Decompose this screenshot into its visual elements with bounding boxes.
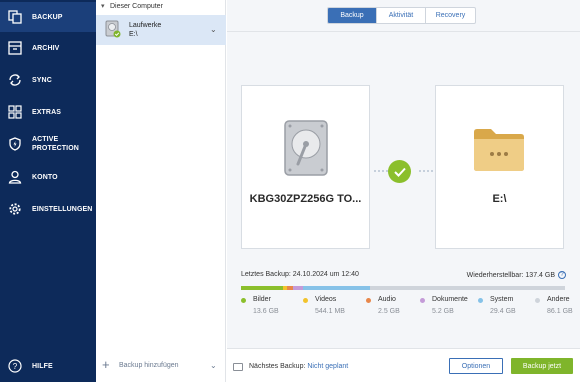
storage-segment-dokumente [293, 286, 303, 290]
schedule-icon [233, 363, 243, 371]
legend-size: 86.1 GB [547, 308, 573, 315]
schedule-link[interactable]: Nicht geplant [307, 363, 348, 370]
gear-icon [8, 202, 22, 216]
source-card[interactable]: KBG30ZPZ256G TO... [241, 85, 370, 249]
success-check-icon [388, 160, 411, 183]
chevron-down-icon[interactable]: ⌄ [210, 25, 217, 34]
legend-dot [535, 298, 540, 303]
legend-size: 544.1 MB [315, 308, 345, 315]
copy-icon [8, 10, 22, 24]
footer-bar: Nächstes Backup: Nicht geplant Optionen … [227, 348, 580, 382]
main-navigation: BACKUP ARCHIV SYNC EXTRAS ACTIVE PROTECT… [0, 0, 96, 382]
last-backup-text: Letztes Backup: 24.10.2024 um 12:40 [241, 271, 359, 278]
grid-icon [8, 105, 22, 119]
recoverable-text: Wiederherstellbar: 137.4 GB [466, 271, 555, 279]
nav-label: ARCHIV [32, 44, 60, 52]
nav-label: KONTO [32, 173, 58, 181]
storage-segment-bilder [241, 286, 284, 290]
dot [374, 170, 376, 172]
tab-recovery[interactable]: Recovery [426, 8, 475, 23]
backup-list-panel: ▾ Dieser Computer Laufwerke E:\ ⌄ + Back… [96, 0, 226, 382]
legend-name: Andere [547, 296, 570, 303]
archive-box-icon [8, 41, 22, 55]
backup-item-destination: E:\ [129, 31, 138, 38]
legend-size: 2.5 GB [378, 308, 400, 315]
add-backup-label: Backup hinzufügen [119, 362, 179, 369]
next-backup-info: Nächstes Backup: Nicht geplant [249, 363, 348, 370]
backup-item-name: Laufwerke [129, 22, 162, 29]
legend-name: Dokumente [432, 296, 468, 303]
legend-dot [478, 298, 483, 303]
nav-label-line2: PROTECTION [32, 145, 79, 152]
legend-size: 13.6 GB [253, 308, 279, 315]
user-icon [8, 170, 22, 184]
nav-label: SYNC [32, 76, 52, 84]
tab-backup[interactable]: Backup [328, 8, 377, 23]
dot [419, 170, 421, 172]
legend-size: 5.2 GB [432, 308, 454, 315]
hard-drive-icon [284, 120, 328, 176]
sync-icon [8, 73, 22, 87]
drive-icon [105, 20, 121, 38]
nav-label: EXTRAS [32, 108, 61, 116]
tab-aktivitaet[interactable]: Aktivität [377, 8, 426, 23]
nav-item-archiv[interactable]: ARCHIV [0, 33, 96, 63]
nav-label-line1: ACTIVE [32, 136, 59, 143]
dot [431, 170, 433, 172]
nav-item-hilfe[interactable]: ? HILFE [0, 351, 96, 381]
group-title: Dieser Computer [110, 3, 163, 10]
dot [378, 170, 380, 172]
backup-item-laufwerke[interactable]: Laufwerke E:\ ⌄ [96, 15, 226, 45]
storage-usage-bar [241, 286, 565, 290]
chevron-down-icon: ▾ [101, 3, 105, 10]
divider [227, 31, 580, 32]
help-icon[interactable]: ? [558, 271, 566, 279]
nav-label: BACKUP [32, 13, 63, 21]
legend-dot [241, 298, 246, 303]
nav-item-konto[interactable]: KONTO [0, 162, 96, 192]
legend-name: Audio [378, 296, 396, 303]
dot [423, 170, 425, 172]
nav-item-active-protection[interactable]: ACTIVE PROTECTION [0, 129, 96, 159]
nav-label: ACTIVE PROTECTION [32, 135, 79, 153]
legend-size: 29.4 GB [490, 308, 516, 315]
chevron-down-icon[interactable]: ⌄ [210, 361, 217, 370]
nav-label: HILFE [32, 362, 53, 370]
source-label: KBG30ZPZ256G TO... [249, 193, 362, 205]
dot [382, 170, 384, 172]
main-panel: Backup Aktivität Recovery KBG30ZPZ256G T… [227, 0, 580, 382]
legend-name: Videos [315, 296, 337, 303]
nav-label: EINSTELLUNGEN [32, 205, 93, 213]
recoverable-size: Wiederherstellbar: 137.4 GB ? [467, 271, 566, 279]
add-backup-button[interactable]: + Backup hinzufügen ⌄ [96, 355, 226, 377]
shield-icon [8, 137, 22, 151]
legend-dot [303, 298, 308, 303]
plus-icon: + [102, 357, 110, 372]
legend-name: System [490, 296, 514, 303]
folder-icon [474, 129, 524, 171]
svg-text:?: ? [13, 362, 18, 371]
group-header[interactable]: ▾ Dieser Computer [96, 0, 226, 14]
storage-segment-andere [369, 286, 565, 290]
connector-dots-right [419, 170, 433, 172]
legend-name: Bilder [253, 296, 271, 303]
legend-dot [420, 298, 425, 303]
backup-now-button[interactable]: Backup jetzt [511, 358, 573, 374]
tab-bar: Backup Aktivität Recovery [327, 7, 476, 24]
dot [427, 170, 429, 172]
nav-item-extras[interactable]: EXTRAS [0, 97, 96, 127]
connector-dots-left [374, 170, 388, 172]
destination-label: E:\ [492, 193, 507, 205]
legend-dot [366, 298, 371, 303]
options-button[interactable]: Optionen [449, 358, 503, 374]
next-backup-label: Nächstes Backup: [249, 363, 308, 370]
destination-card[interactable]: E:\ [435, 85, 564, 249]
question-circle-icon: ? [8, 359, 22, 373]
nav-item-backup[interactable]: BACKUP [0, 2, 96, 32]
storage-segment-system [302, 286, 370, 290]
nav-item-sync[interactable]: SYNC [0, 65, 96, 95]
nav-item-einstellungen[interactable]: EINSTELLUNGEN [0, 194, 96, 224]
